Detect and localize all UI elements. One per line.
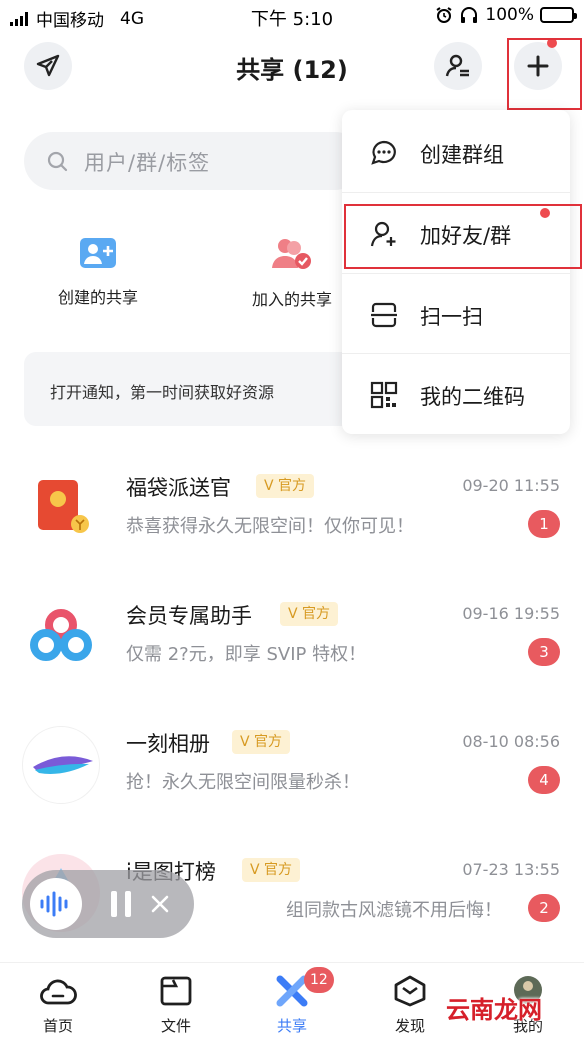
chat-name: 会员专属助手: [126, 604, 252, 628]
qr-code-icon: [370, 381, 398, 409]
share-tab-badge: 12: [304, 967, 334, 993]
folder-icon: [160, 976, 192, 1006]
close-icon[interactable]: [150, 894, 170, 914]
chat-time: 09-20 11:55: [462, 476, 560, 495]
notification-banner[interactable]: 打开通知，第一时间获取好资源: [24, 352, 354, 426]
chat-item-album[interactable]: 一刻相册 V 官方 08-10 08:56 抢！永久无限空间限量秒杀！ 4: [0, 726, 584, 846]
battery-icon: [540, 7, 577, 23]
menu-item-label: 扫一扫: [420, 305, 483, 329]
created-shares-button[interactable]: 创建的共享: [18, 236, 178, 308]
pause-icon[interactable]: [106, 889, 136, 919]
home-cloud-icon: [40, 979, 77, 1005]
create-share-icon: [80, 238, 116, 268]
official-badge: V 官方: [280, 602, 339, 626]
contacts-button[interactable]: [434, 42, 482, 90]
battery-percent: 100%: [485, 5, 534, 25]
red-envelope-icon: [38, 480, 89, 533]
tab-home[interactable]: 首页: [18, 975, 98, 1036]
chat-message: 仅需 2?元，即享 SVIP 特权！: [126, 644, 367, 665]
status-right: 100%: [435, 5, 577, 25]
voice-wave-button[interactable]: [30, 878, 82, 930]
menu-item-create-group[interactable]: 创建群组: [342, 112, 570, 192]
baidu-cloud-avatar: [22, 598, 100, 676]
official-badge: V 官方: [242, 858, 301, 882]
watermark: 云南龙网: [446, 996, 542, 1024]
unread-badge: 4: [528, 766, 560, 794]
album-avatar: [22, 726, 100, 804]
scan-icon: [371, 302, 397, 328]
menu-item-qr-code[interactable]: 我的二维码: [342, 354, 570, 434]
search-icon: [47, 151, 68, 172]
official-badge: V 官方: [232, 730, 291, 754]
menu-item-label: 创建群组: [420, 143, 504, 167]
chat-message: 恭喜获得永久无限空间！仅你可见！: [126, 516, 414, 537]
discover-icon: [394, 975, 426, 1007]
chat-message: 抢！永久无限空间限量秒杀！: [126, 772, 360, 793]
feather-logo-icon: [33, 756, 93, 774]
tab-files[interactable]: 文件: [136, 975, 216, 1036]
menu-item-scan[interactable]: 扫一扫: [342, 274, 570, 354]
tab-label: 发现: [394, 1017, 425, 1035]
search-placeholder: 用户/群/标签: [84, 151, 211, 175]
status-bar: 中国移动 4G 下午 5:10 100%: [0, 0, 584, 32]
chat-item-fudai[interactable]: 福袋派送官 V 官方 09-20 11:55 恭喜获得永久无限空间！仅你可见！ …: [0, 470, 584, 590]
unread-badge: 2: [528, 894, 560, 922]
tab-label: 首页: [42, 1017, 73, 1035]
chat-name: 福袋派送官: [126, 476, 231, 500]
headphones-icon: [461, 7, 478, 23]
menu-item-label: 我的二维码: [420, 385, 525, 409]
chat-time: 09-16 19:55: [462, 604, 560, 623]
created-shares-label: 创建的共享: [57, 288, 138, 307]
unread-badge: 1: [528, 510, 560, 538]
add-friend-highlight-box: [344, 204, 582, 269]
chat-bubble-icon: [371, 140, 396, 165]
alarm-icon: [436, 7, 452, 23]
add-menu-dropdown: 创建群组 加好友/群 扫一扫 我的二维码: [342, 110, 570, 434]
tab-discover[interactable]: 发现: [370, 975, 450, 1036]
chat-name: 一刻相册: [126, 732, 210, 756]
cloud-logo-icon: [30, 609, 92, 661]
chat-item-vip-assistant[interactable]: 会员专属助手 V 官方 09-16 19:55 仅需 2?元，即享 SVIP 特…: [0, 598, 584, 718]
tab-label: 文件: [160, 1017, 191, 1035]
unread-badge: 3: [528, 638, 560, 666]
contacts-icon: [445, 54, 469, 77]
add-button-highlight-box: [507, 38, 582, 110]
page-title: 共享 (12): [236, 56, 348, 84]
search-input[interactable]: 用户/群/标签: [24, 132, 364, 190]
voice-player[interactable]: [22, 870, 194, 938]
header: 共享 (12): [0, 32, 584, 110]
sound-wave-icon: [40, 891, 68, 917]
chat-time: 07-23 13:55: [462, 860, 560, 879]
official-badge: V 官方: [256, 474, 315, 498]
lucky-bag-avatar: [22, 470, 100, 548]
notification-text: 打开通知，第一时间获取好资源: [50, 383, 275, 402]
chat-message: 组同款古风滤镜不用后悔！: [286, 900, 502, 921]
joined-share-icon: [272, 239, 311, 269]
tab-label: 共享: [276, 1017, 307, 1035]
chat-time: 08-10 08:56: [462, 732, 560, 751]
